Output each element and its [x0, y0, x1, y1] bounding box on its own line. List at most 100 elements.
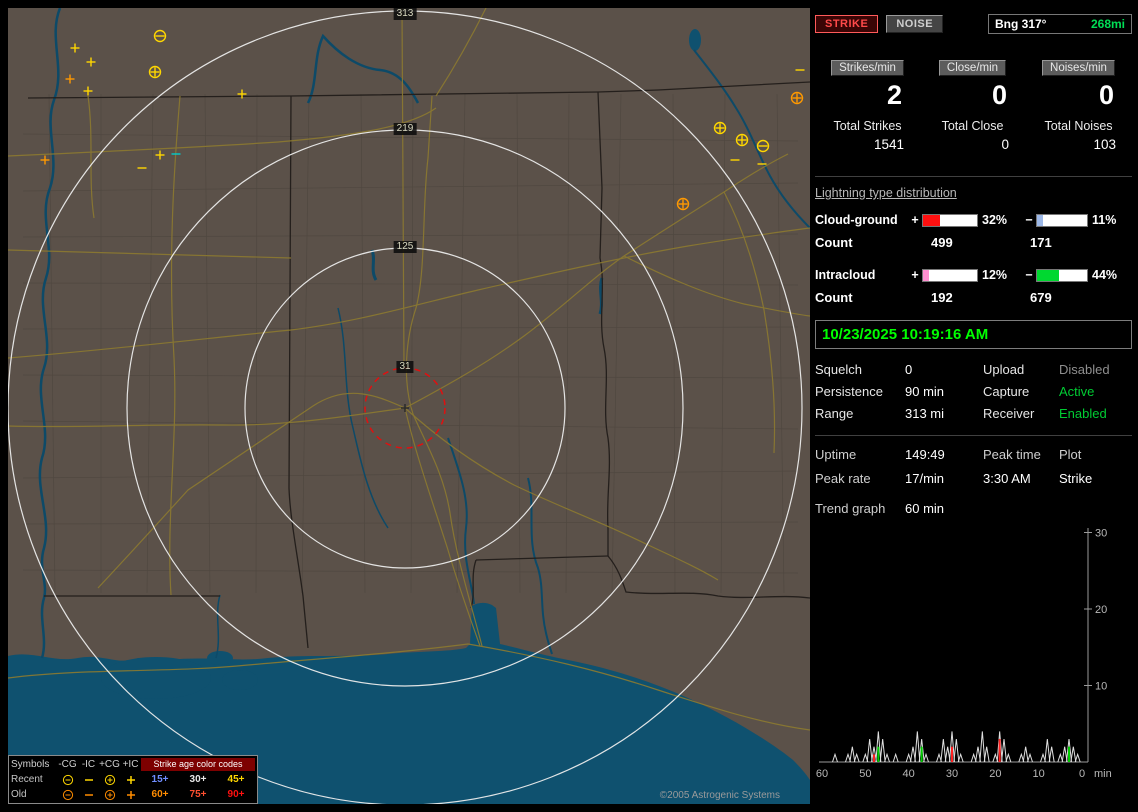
divider — [815, 176, 1132, 177]
age-45: 45+ — [217, 774, 255, 785]
legend-col-pic: +IC — [120, 759, 141, 770]
age-90: 90+ — [217, 789, 255, 800]
bearing-range-value: 268mi — [1091, 17, 1125, 31]
trend-window-value: 60 min — [905, 501, 1132, 516]
peak-rate-label: Peak rate — [815, 471, 905, 486]
svg-text:min: min — [1094, 768, 1112, 780]
plus-icon — [120, 789, 141, 801]
ic-plus-pct: 12% — [982, 268, 1018, 282]
sidebar: STRIKE NOISE Bng 317° 268mi Strikes/min … — [815, 8, 1132, 804]
peak-time-value: 3:30 AM — [983, 471, 1059, 486]
cg-minus-bar-fill — [1037, 215, 1043, 226]
cg-minus-count: 171 — [1030, 235, 1052, 250]
strikes-per-min-value: 2 — [815, 80, 920, 110]
svg-text:20: 20 — [1095, 604, 1107, 616]
copyright-text: ©2005 Astrogenic Systems — [660, 790, 780, 801]
intracloud-count-row: Count 192 679 — [815, 290, 1132, 305]
legend-col-ncg: -CG — [57, 759, 78, 770]
age-15: 15+ — [141, 774, 179, 785]
count-label: Count — [815, 235, 931, 250]
strikes-per-min-label: Strikes/min — [831, 60, 904, 76]
minus-sign: − — [1024, 268, 1034, 282]
cg-plus-bar-fill — [923, 215, 940, 226]
count-label: Count — [815, 290, 931, 305]
capture-label: Capture — [983, 384, 1059, 399]
svg-text:20: 20 — [989, 768, 1001, 780]
plus-sign: + — [910, 213, 920, 227]
cg-plus-bar — [922, 214, 978, 227]
ic-minus-count: 679 — [1030, 290, 1052, 305]
total-close-value: 0 — [920, 137, 1025, 152]
noises-per-min-value: 0 — [1025, 80, 1132, 110]
legend-col-nic: -IC — [78, 759, 99, 770]
range-label: Range — [815, 406, 905, 421]
squelch-label: Squelch — [815, 362, 905, 377]
squelch-value: 0 — [905, 362, 983, 377]
age-30: 30+ — [179, 774, 217, 785]
close-counter-column: Close/min 0 Total Close 0 — [920, 58, 1025, 152]
uptime-value: 149:49 — [905, 447, 983, 462]
trend-graph: 3020106050403020100min — [815, 523, 1132, 785]
svg-text:10: 10 — [1033, 768, 1045, 780]
rate-counters: Strikes/min 2 Total Strikes 1541 Close/m… — [815, 58, 1132, 152]
svg-text:30: 30 — [946, 768, 958, 780]
strike-toggle-button[interactable]: STRIKE — [815, 15, 878, 33]
total-strikes-value: 1541 — [815, 137, 920, 152]
trend-graph-header: Trend graph 60 min — [815, 501, 1132, 516]
noise-toggle-button[interactable]: NOISE — [886, 15, 943, 33]
cg-minus-pct: 11% — [1092, 213, 1128, 227]
cloud-ground-count-row: Count 499 171 — [815, 235, 1132, 250]
svg-text:40: 40 — [903, 768, 915, 780]
cg-plus-pct: 32% — [982, 213, 1018, 227]
close-per-min-label: Close/min — [939, 60, 1006, 76]
upload-status: Disabled — [1059, 362, 1132, 377]
minus-icon — [78, 789, 99, 801]
total-noises-value: 103 — [1025, 137, 1132, 152]
minus-icon — [78, 774, 99, 786]
mode-toggle-row: STRIKE NOISE Bng 317° 268mi — [815, 14, 1132, 34]
datetime-display: 10/23/2025 10:19:16 AM — [815, 320, 1132, 349]
total-strikes-label: Total Strikes — [815, 119, 920, 133]
persistence-value: 90 min — [905, 384, 983, 399]
divider — [815, 435, 1132, 436]
cg-plus-count: 499 — [931, 235, 1030, 250]
intracloud-row: Intracloud + 12% − 44% — [815, 268, 1132, 282]
capture-status: Active — [1059, 384, 1132, 399]
plot-header: Plot — [1059, 447, 1132, 462]
plus-icon — [120, 774, 141, 786]
cg-minus-bar — [1036, 214, 1088, 227]
ic-plus-bar — [922, 269, 978, 282]
noises-counter-column: Noises/min 0 Total Noises 103 — [1025, 58, 1132, 152]
total-close-label: Total Close — [920, 119, 1025, 133]
age-60: 60+ — [141, 789, 179, 800]
receiver-status: Enabled — [1059, 406, 1132, 421]
legend-recent-label: Recent — [11, 774, 57, 785]
svg-text:30: 30 — [1095, 528, 1107, 540]
circle-plus-icon — [99, 789, 120, 801]
lightning-map[interactable] — [8, 8, 810, 804]
receiver-label: Receiver — [983, 406, 1059, 421]
bearing-indicator: Bng 317° 268mi — [988, 14, 1132, 34]
ic-minus-pct: 44% — [1092, 268, 1128, 282]
uptime-label: Uptime — [815, 447, 905, 462]
peak-rate-value: 17/min — [905, 471, 983, 486]
plot-value: Strike — [1059, 471, 1132, 486]
legend-col-pcg: +CG — [99, 759, 120, 770]
svg-text:10: 10 — [1095, 681, 1107, 693]
trend-graph-label: Trend graph — [815, 501, 905, 516]
cloud-ground-row: Cloud-ground + 32% − 11% — [815, 213, 1132, 227]
range-value: 313 mi — [905, 406, 983, 421]
age-75: 75+ — [179, 789, 217, 800]
legend-age-title: Strike age color codes — [141, 758, 255, 771]
settings-table: Squelch 0 Upload Disabled Persistence 90… — [815, 362, 1132, 421]
ic-minus-bar — [1036, 269, 1088, 282]
map-legend: Symbols -CG -IC +CG +IC Strike age color… — [8, 755, 258, 804]
plus-sign: + — [910, 268, 920, 282]
circle-minus-icon — [57, 774, 78, 786]
noises-per-min-label: Noises/min — [1042, 60, 1115, 76]
svg-text:50: 50 — [859, 768, 871, 780]
total-noises-label: Total Noises — [1025, 119, 1132, 133]
cloud-ground-label: Cloud-ground — [815, 213, 910, 227]
circle-minus-icon — [57, 789, 78, 801]
distribution-title: Lightning type distribution — [815, 186, 1132, 200]
